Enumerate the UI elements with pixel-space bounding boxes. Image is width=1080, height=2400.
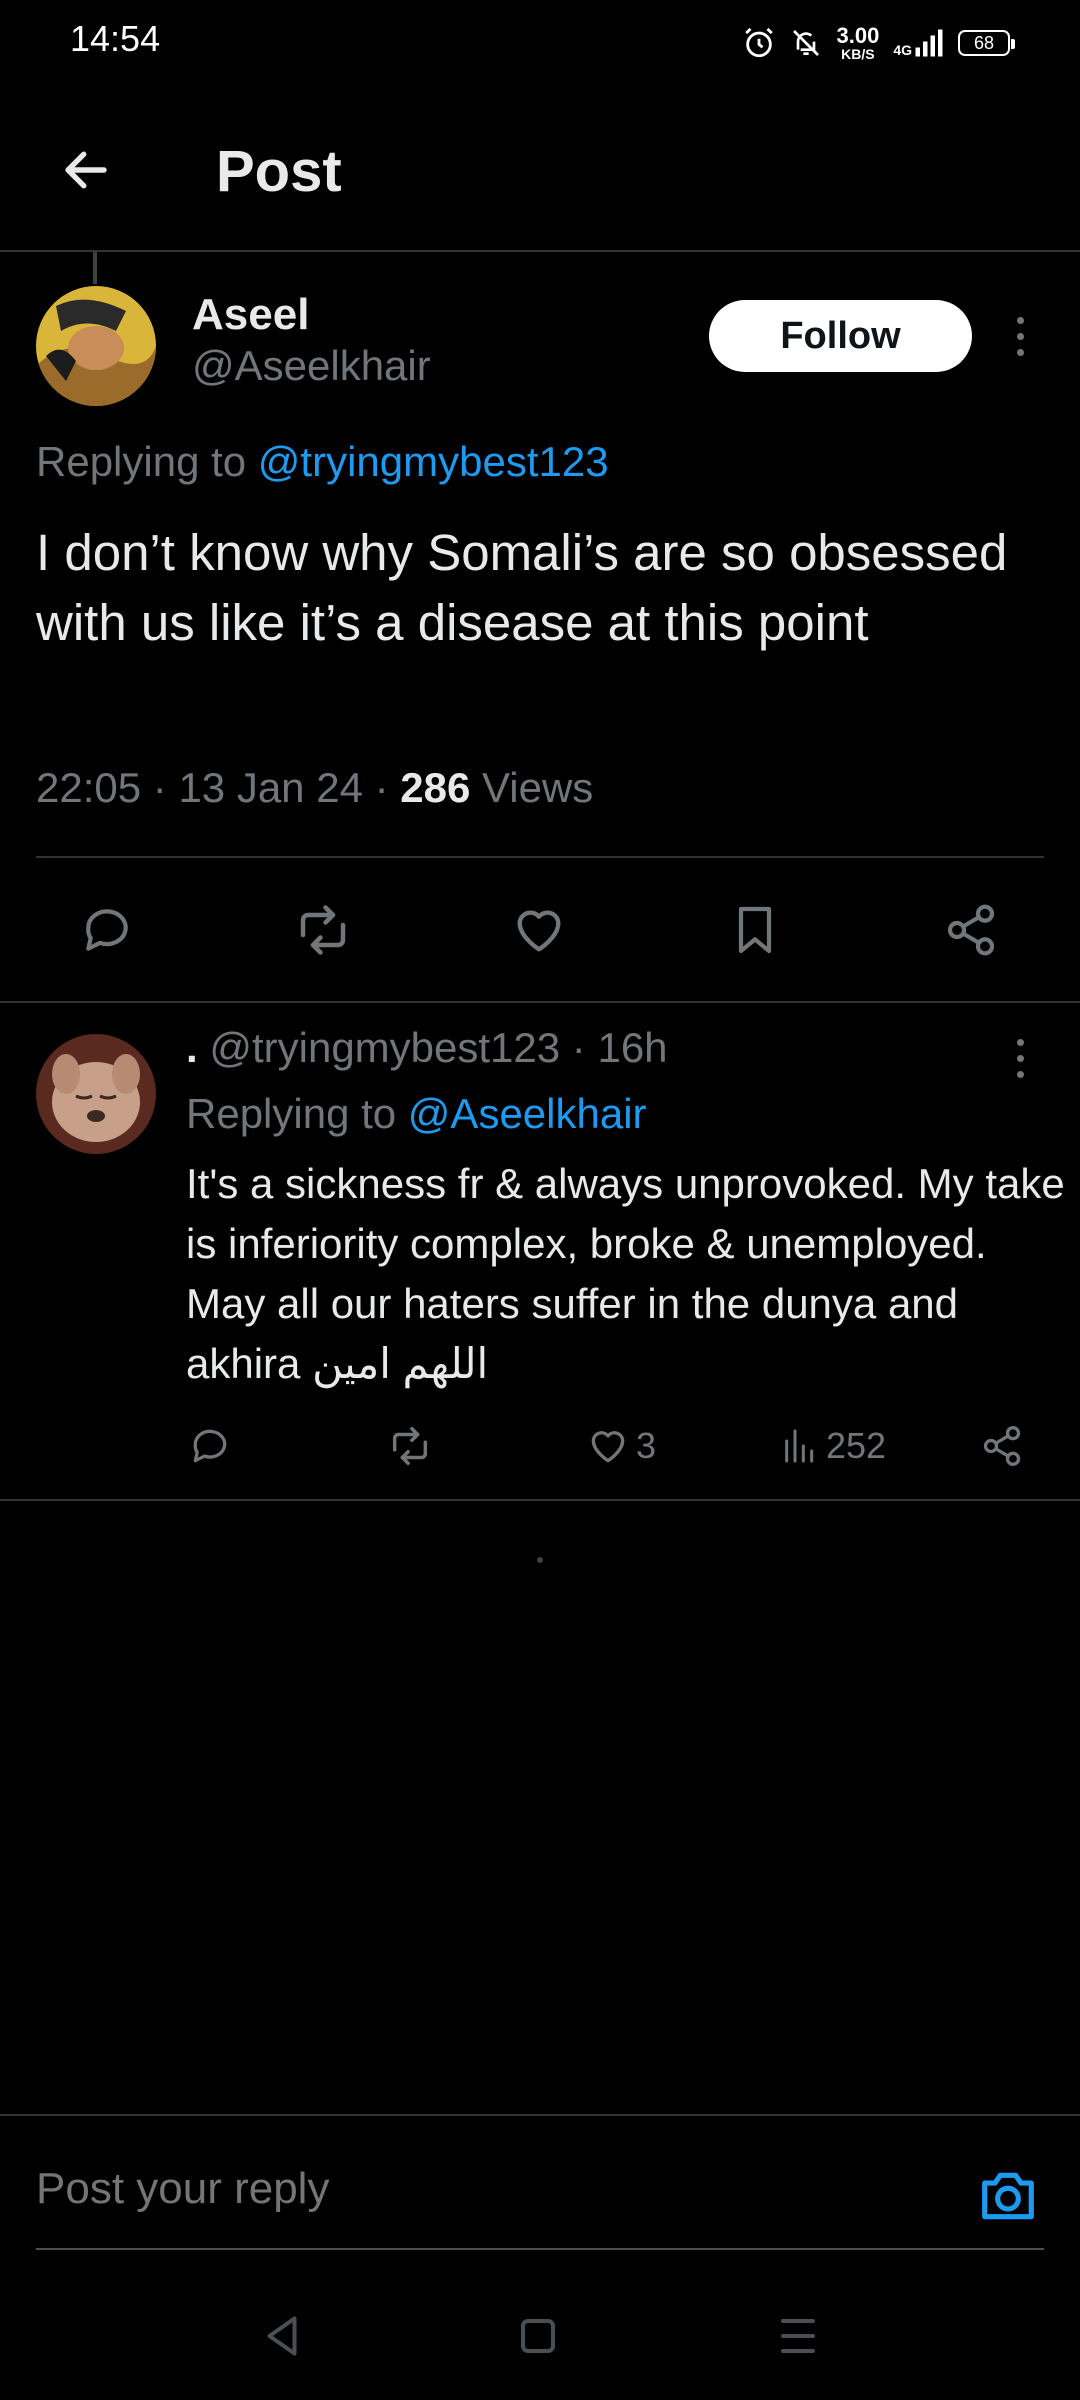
post-divider [0, 1001, 1080, 1003]
share-button[interactable] [931, 890, 1011, 970]
author-avatar[interactable] [36, 286, 156, 406]
reply-input[interactable] [36, 2164, 936, 2214]
reply-author-handle[interactable]: @tryingmybest123 [209, 1024, 560, 1071]
follow-button[interactable]: Follow [709, 300, 972, 372]
composer-divider [0, 2114, 1080, 2116]
triangle-back-icon [267, 2316, 297, 2356]
page-title: Post [216, 139, 342, 204]
status-time: 14:54 [70, 18, 161, 59]
status-icons: 3.00 KB/S 4G 68 [742, 20, 1015, 66]
heart-icon [517, 910, 561, 952]
network-speed-unit: KB/S [841, 46, 875, 62]
reply-reply-button[interactable] [184, 1416, 236, 1476]
bookmark-icon [738, 906, 772, 954]
reply-view-count: 252 [826, 1425, 887, 1466]
repost-icon [300, 905, 346, 955]
loading-indicator [537, 1557, 543, 1563]
post-views-count: 286 [400, 764, 471, 811]
reply-author-avatar[interactable] [36, 1034, 156, 1154]
author-handle[interactable]: @Aseelkhair [192, 342, 431, 390]
more-options-icon[interactable] [1000, 306, 1040, 366]
reply-views-button[interactable]: 252 [780, 1416, 886, 1476]
reply-author-name[interactable]: . [186, 1024, 198, 1071]
header-divider [0, 250, 1080, 252]
reply-more-options-icon[interactable] [1000, 1028, 1040, 1088]
cellular-signal: 4G [893, 28, 944, 58]
battery-indicator: 68 [958, 30, 1015, 56]
reply-like-count: 3 [636, 1425, 657, 1466]
back-button[interactable] [44, 128, 128, 212]
post-meta: 22:05 · 13 Jan 24 · 286 Views [36, 764, 594, 811]
reply-repost-button[interactable] [384, 1416, 436, 1476]
post-time: 22:05 [36, 764, 142, 811]
system-back-button[interactable] [252, 2306, 312, 2366]
reply-icon [86, 909, 128, 951]
replying-to-prefix: Replying to [36, 438, 247, 485]
system-home-button[interactable] [508, 2306, 568, 2366]
reply-replying-to-line: Replying to @Aseelkhair [186, 1090, 647, 1138]
arrow-left-icon [65, 151, 107, 189]
reply-like-button[interactable]: 3 [586, 1416, 656, 1476]
repost-button[interactable] [283, 890, 363, 970]
network-speed-value: 3.00 [836, 23, 880, 48]
signal-bars-icon [914, 28, 944, 58]
composer-underline [36, 2248, 1044, 2250]
camera-button[interactable] [972, 2160, 1044, 2232]
reply-text: It's a sickness fr & always unprovoked. … [186, 1160, 1065, 1387]
reply-replying-to-mention[interactable]: @Aseelkhair [408, 1090, 647, 1137]
share-icon [983, 1426, 1021, 1466]
heart-icon [591, 1431, 625, 1463]
reply-share-button[interactable] [976, 1416, 1028, 1476]
post-text: I don’t know why Somali’s are so obsesse… [36, 524, 1008, 651]
analytics-bars-icon [785, 1429, 814, 1463]
like-button[interactable] [499, 890, 579, 970]
reply-age: 16h [597, 1024, 668, 1071]
replying-to-line: Replying to @tryingmybest123 [36, 438, 609, 486]
share-icon [947, 904, 995, 956]
network-speed: 3.00 KB/S [836, 23, 880, 62]
alarm-icon [742, 26, 776, 60]
reply-header: . @tryingmybest123 · 16h [186, 1024, 668, 1071]
author-name[interactable]: Aseel [192, 290, 309, 340]
reply-icon [193, 1429, 227, 1463]
reply-divider [0, 1499, 1080, 1501]
reply-replying-to-prefix: Replying to [186, 1090, 397, 1137]
post-date: 13 Jan 24 [178, 764, 363, 811]
thread-connector-line [93, 252, 97, 284]
system-recents-button[interactable] [768, 2306, 828, 2366]
mute-bell-icon [790, 27, 822, 59]
post-views-label[interactable]: Views [482, 764, 593, 811]
camera-icon [982, 2172, 1034, 2220]
repost-icon [392, 1427, 428, 1465]
replying-to-mention[interactable]: @tryingmybest123 [258, 438, 609, 485]
bookmark-button[interactable] [715, 890, 795, 970]
square-home-icon [521, 2319, 555, 2353]
menu-lines-icon [781, 2319, 815, 2353]
meta-divider [36, 856, 1044, 858]
network-type-label: 4G [893, 42, 912, 58]
reply-button[interactable] [67, 890, 147, 970]
